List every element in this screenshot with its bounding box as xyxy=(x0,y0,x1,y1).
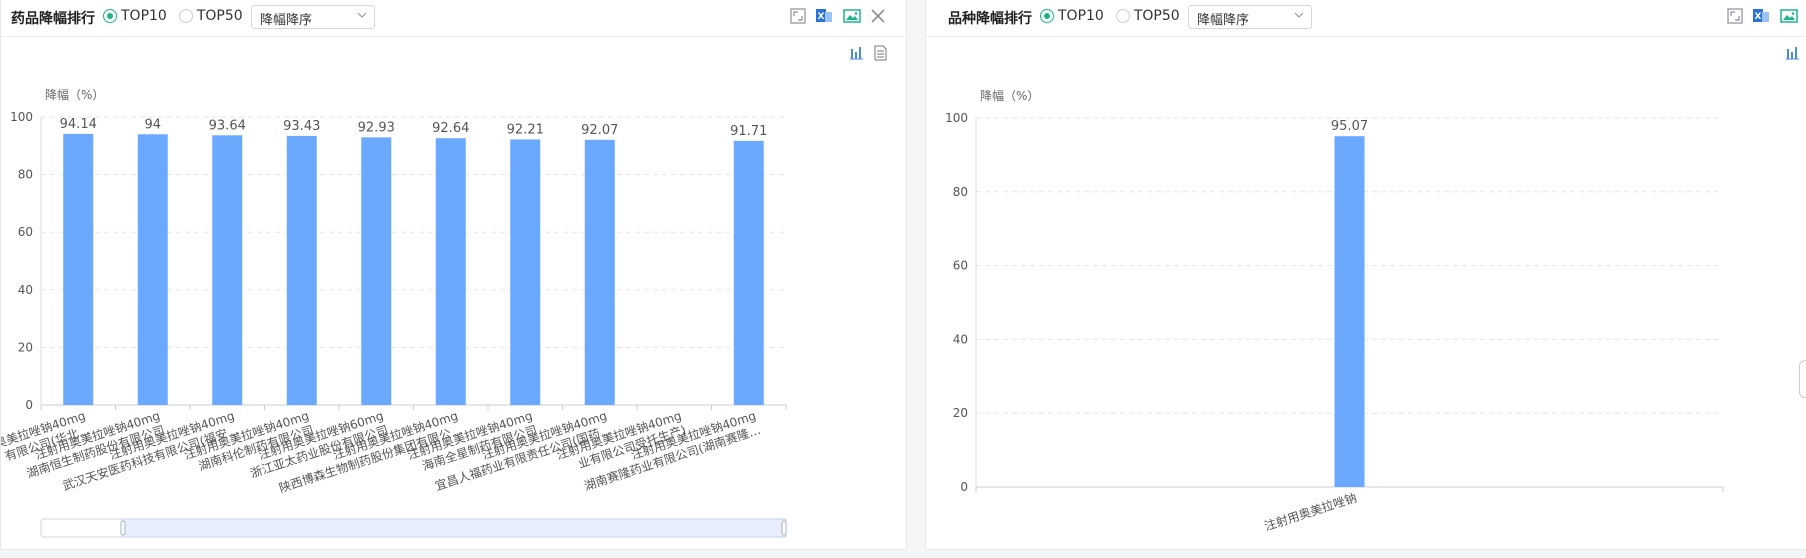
bar-glyph xyxy=(1791,52,1793,59)
y-tick-label: 20 xyxy=(953,406,968,420)
image-export-icon[interactable] xyxy=(843,7,861,25)
y-tick-label: 100 xyxy=(945,111,968,125)
radio-top50[interactable]: TOP50 xyxy=(178,8,243,24)
y-tick-label: 100 xyxy=(10,110,33,124)
bar-value-label: 94 xyxy=(144,117,161,132)
radio-top10-label: TOP10 xyxy=(1058,8,1104,24)
sort-select-value: 降幅降序 xyxy=(260,13,313,28)
close-icon[interactable] xyxy=(869,7,887,25)
radio-checked-icon xyxy=(1040,9,1054,23)
panel-title: 药品降幅排行 xyxy=(11,11,95,27)
variety-decline-bar-chart: 降幅（%） 0 20 40 60 80 100 95.07 注射用奥美拉唑钠 xyxy=(945,47,1799,534)
variety-decline-ranking-panel: 品种降幅排行 TOP10 TOP50 降幅降序 X 降幅（%） 0 20 40 … xyxy=(925,0,1806,550)
sort-select-value: 降幅降序 xyxy=(1197,13,1250,28)
y-tick-label: 40 xyxy=(953,332,968,346)
bar[interactable] xyxy=(584,139,615,405)
y-axis-title: 降幅（%） xyxy=(980,88,1039,103)
radio-unchecked-icon xyxy=(1115,9,1130,23)
fullscreen-icon[interactable] xyxy=(1726,7,1744,25)
radio-top50[interactable]: TOP50 xyxy=(1115,8,1180,24)
bar[interactable] xyxy=(63,133,94,405)
bar-chart-toggle-icon[interactable] xyxy=(850,47,863,60)
bar[interactable] xyxy=(361,137,392,405)
chevron-down-icon xyxy=(1294,12,1304,18)
radio-top10[interactable]: TOP10 xyxy=(103,8,167,24)
bar-value-label: 92.93 xyxy=(358,120,395,135)
bar-value-label: 92.07 xyxy=(581,123,618,138)
y-tick-label: 0 xyxy=(25,398,33,412)
bar-value-label: 95.07 xyxy=(1331,119,1368,134)
bar[interactable] xyxy=(435,138,466,405)
y-tick-label: 60 xyxy=(18,225,33,239)
radio-top50-label: TOP50 xyxy=(1133,8,1180,24)
bar[interactable] xyxy=(1334,136,1365,487)
datazoom-window[interactable] xyxy=(122,518,787,538)
radio-top10[interactable]: TOP10 xyxy=(1040,8,1104,24)
radio-unchecked-icon xyxy=(178,9,193,23)
y-tick-label: 80 xyxy=(953,185,968,199)
bar-value-label: 92.64 xyxy=(432,121,469,136)
bar[interactable] xyxy=(137,134,168,405)
bar-glyph xyxy=(859,47,861,59)
y-tick-label: 80 xyxy=(18,168,33,182)
bar-value-label: 94.14 xyxy=(60,117,97,132)
svg-text:X: X xyxy=(818,12,825,22)
page-glyph xyxy=(874,45,887,61)
bar-glyph xyxy=(1795,47,1797,59)
excel-export-icon[interactable]: X xyxy=(815,7,833,25)
side-panel-handle[interactable] xyxy=(1799,360,1806,398)
bar[interactable] xyxy=(212,135,243,405)
y-tick-label: 20 xyxy=(18,340,33,354)
x-category-label: 注射用奥美拉唑钠 xyxy=(1262,490,1358,534)
radio-checked-icon xyxy=(103,9,117,23)
top-n-radio-group: TOP10 TOP50 xyxy=(103,8,255,24)
panel-header: 药品降幅排行 TOP10 TOP50 降幅降序 X xyxy=(1,0,906,37)
svg-text:X: X xyxy=(1755,12,1762,22)
drug-decline-bar-chart: 降幅（%）020406080100 94.14注射用奥美拉唑钠40mg有限公司(华… xyxy=(1,45,887,538)
chevron-down-icon xyxy=(357,12,367,18)
y-tick-label: 0 xyxy=(960,480,968,494)
panel-title: 品种降幅排行 xyxy=(948,11,1032,27)
datazoom-handle-left[interactable] xyxy=(120,520,126,536)
bar-glyph xyxy=(1787,49,1789,59)
sort-select[interactable]: 降幅降序 xyxy=(1188,5,1312,29)
bar-glyph xyxy=(855,52,857,59)
y-tick-label: 40 xyxy=(18,283,33,297)
image-export-icon[interactable] xyxy=(1780,7,1798,25)
bar[interactable] xyxy=(286,135,317,405)
drug-decline-ranking-panel: 药品降幅排行 TOP10 TOP50 降幅降序 X 降幅（%） 0 20 40 … xyxy=(0,0,907,550)
bar[interactable] xyxy=(510,139,541,405)
bar-glyph xyxy=(851,49,853,59)
y-axis-title: 降幅（%） xyxy=(45,87,104,102)
bar-value-label: 93.43 xyxy=(283,119,320,134)
bar-value-label: 92.21 xyxy=(507,122,544,137)
excel-export-icon[interactable]: X xyxy=(1752,7,1770,25)
radio-top10-label: TOP10 xyxy=(121,8,167,24)
fullscreen-icon[interactable] xyxy=(789,7,807,25)
data-view-icon[interactable] xyxy=(874,45,887,61)
datazoom-handle-right[interactable] xyxy=(781,520,787,536)
sort-select[interactable]: 降幅降序 xyxy=(251,5,375,29)
bar-value-label: 93.64 xyxy=(209,118,246,133)
bar[interactable] xyxy=(733,140,764,406)
radio-top50-label: TOP50 xyxy=(196,8,243,24)
y-tick-label: 60 xyxy=(953,259,968,273)
x-category-label-line: 注射用奥美拉唑钠 xyxy=(1262,490,1358,534)
bar-value-label: 91.71 xyxy=(730,124,767,139)
top-n-radio-group: TOP10 TOP50 xyxy=(1040,8,1192,24)
panel-header: 品种降幅排行 TOP10 TOP50 降幅降序 X xyxy=(926,0,1806,37)
bar-chart-toggle-icon[interactable] xyxy=(1786,47,1799,60)
